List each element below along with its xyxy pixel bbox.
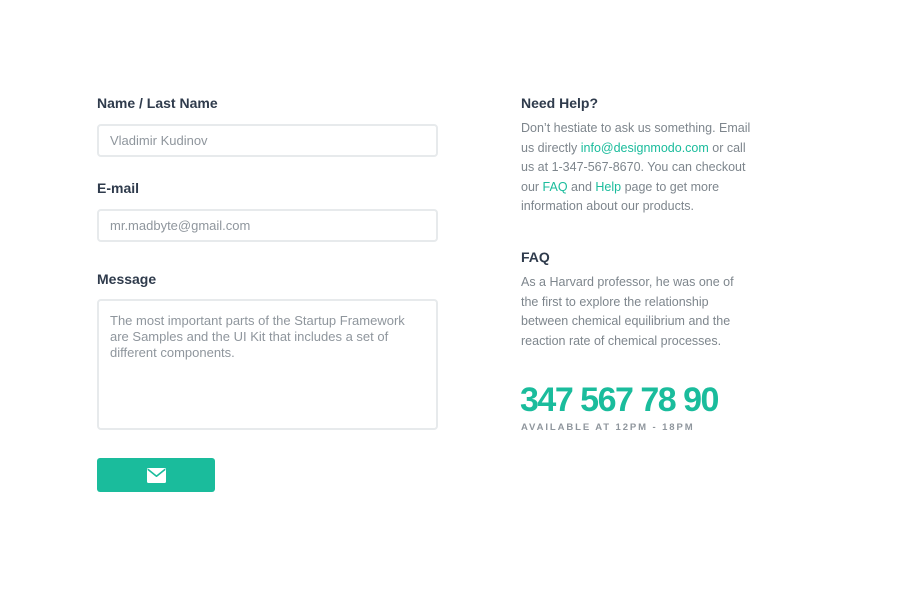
faq-link[interactable]: FAQ — [543, 180, 568, 194]
envelope-icon — [146, 467, 166, 483]
name-input[interactable] — [97, 124, 438, 157]
need-help-heading: Need Help? — [521, 95, 599, 111]
message-label: Message — [97, 271, 157, 287]
email-label: E-mail — [97, 180, 140, 196]
send-button[interactable] — [97, 458, 215, 492]
help-text-part-3: and — [567, 179, 596, 194]
faq-heading: FAQ — [521, 249, 550, 265]
help-link[interactable]: Help — [595, 180, 621, 194]
email-input[interactable] — [97, 209, 438, 242]
phone-number: 347 567 78 90 — [520, 381, 719, 419]
faq-text: As a Harvard professor, he was one of th… — [521, 275, 734, 348]
message-textarea[interactable] — [97, 299, 438, 430]
email-link[interactable]: info@designmodo.com — [581, 141, 709, 155]
availability-text: AVAILABLE AT 12PM - 18PM — [521, 422, 695, 433]
name-label: Name / Last Name — [97, 95, 218, 111]
help-text: Don’t hestiate to ask us something. Emai… — [521, 119, 751, 217]
